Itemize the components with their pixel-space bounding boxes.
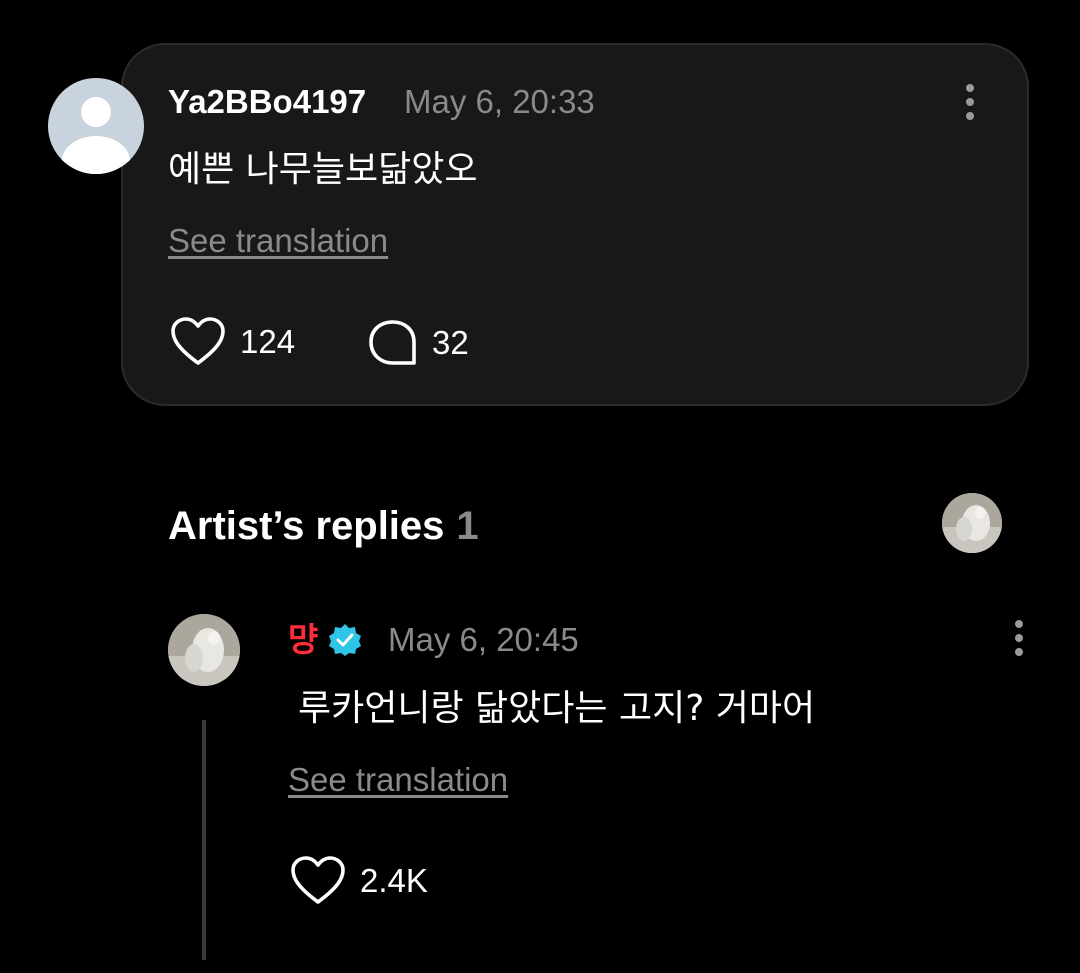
thread-connector-line xyxy=(202,720,206,960)
heart-outline-icon xyxy=(291,856,345,904)
verified-badge-icon xyxy=(329,624,361,656)
artist-replies-count: 1 xyxy=(456,504,479,548)
like-count: 124 xyxy=(240,323,296,360)
avatar-head-shape xyxy=(81,97,111,127)
like-button[interactable]: 124 xyxy=(170,316,295,368)
comment-thread-page: Ya2BBo4197 May 6, 20:33 예쁜 나무늘보닮았오 See t… xyxy=(0,0,1080,973)
artist-replies-title: Artist’s replies 1 xyxy=(168,500,479,552)
more-vertical-icon[interactable] xyxy=(1011,618,1027,658)
comment-username[interactable]: Ya2BBo4197 xyxy=(168,80,366,124)
artist-photo xyxy=(168,614,240,686)
artist-avatar[interactable] xyxy=(168,614,240,686)
heart-outline-icon xyxy=(171,317,225,365)
comment-timestamp: May 6, 20:33 xyxy=(404,83,595,120)
more-vertical-icon[interactable] xyxy=(962,82,978,122)
artist-photo xyxy=(942,493,1002,553)
avatar-body-shape xyxy=(62,136,130,174)
reply-count: 32 xyxy=(432,324,469,361)
reply-like-button[interactable]: 2.4K xyxy=(290,855,428,907)
reply-see-translation-link[interactable]: See translation xyxy=(288,760,508,800)
artist-replies-label: Artist’s replies xyxy=(168,504,445,548)
artist-username[interactable]: 먕 xyxy=(288,618,318,662)
comment-text: 예쁜 나무늘보닮았오 xyxy=(168,149,478,190)
artist-avatar-small[interactable] xyxy=(942,493,1002,553)
reply-timestamp: May 6, 20:45 xyxy=(388,621,579,658)
reply-text: 루카언니랑 닮았다는 고지? 거마어 xyxy=(298,688,816,729)
see-translation-link[interactable]: See translation xyxy=(168,221,388,261)
reply-like-count: 2.4K xyxy=(360,862,428,899)
reply-button[interactable]: 32 xyxy=(368,318,469,368)
user-avatar[interactable] xyxy=(48,78,144,174)
speech-bubble-icon xyxy=(369,320,416,365)
